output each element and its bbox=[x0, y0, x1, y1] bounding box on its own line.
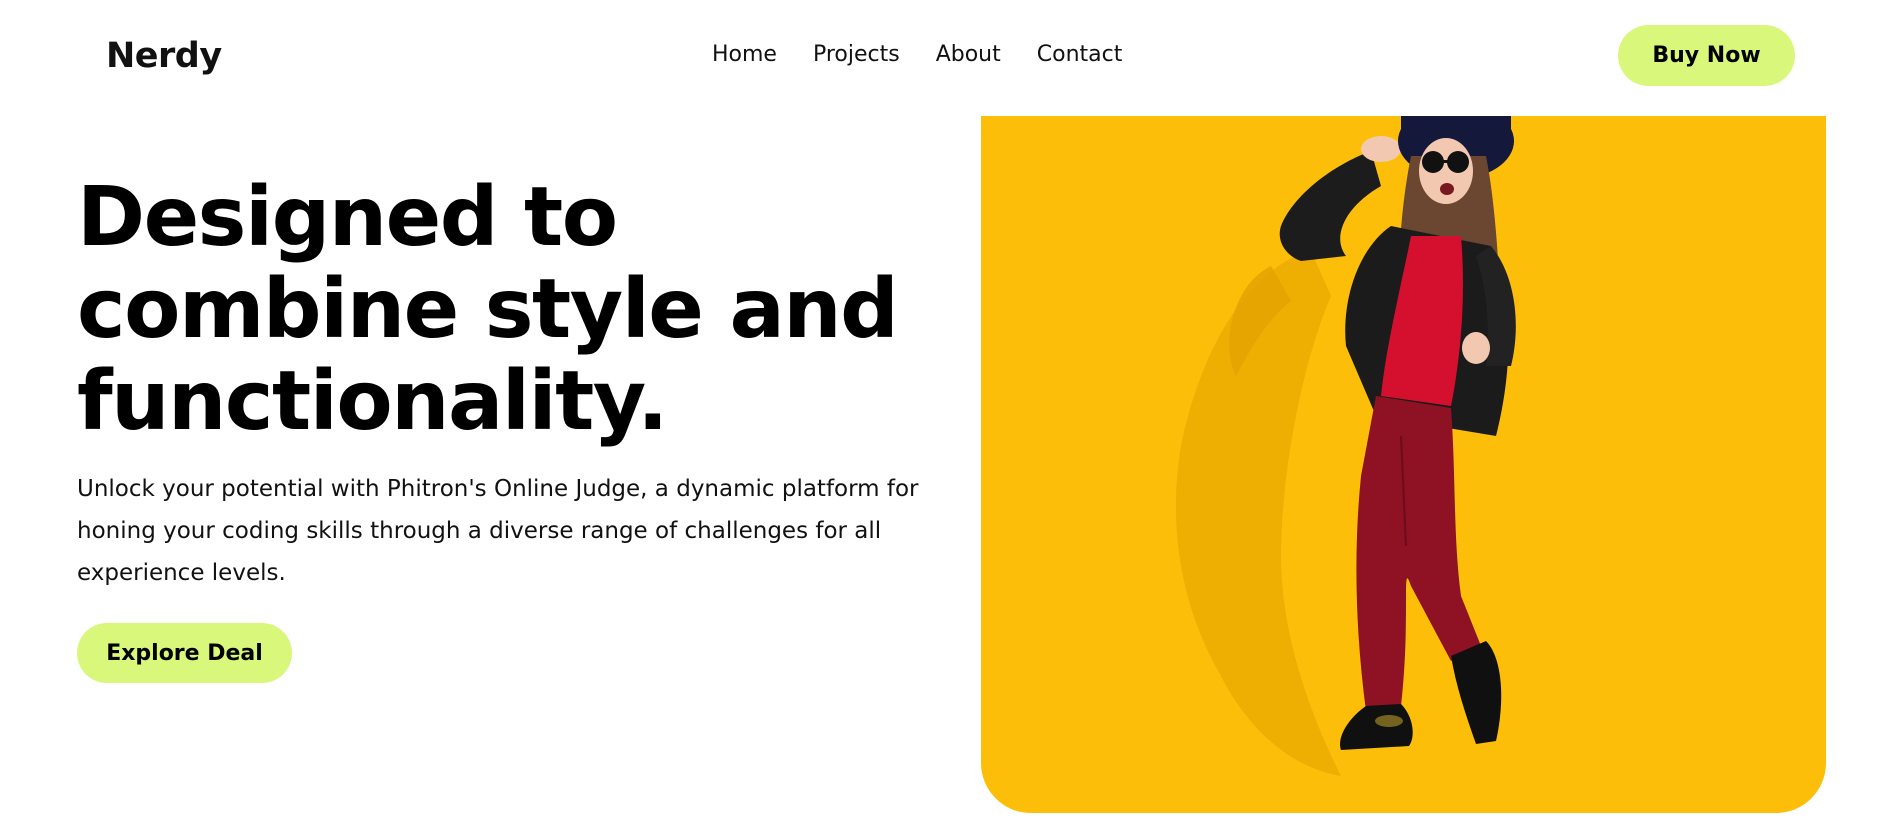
hero-title-line-3: functionality. bbox=[77, 354, 668, 449]
woman-photo-illustration bbox=[1175, 116, 1516, 776]
hero-image bbox=[981, 116, 1826, 813]
page: Nerdy Home Projects About Contact Buy No… bbox=[0, 0, 1885, 822]
main-nav: Home Projects About Contact bbox=[712, 42, 1122, 67]
nav-contact[interactable]: Contact bbox=[1037, 42, 1123, 67]
hero-description: Unlock your potential with Phitron's Onl… bbox=[77, 476, 919, 586]
nav-projects[interactable]: Projects bbox=[813, 42, 900, 67]
buy-now-button[interactable]: Buy Now bbox=[1618, 25, 1795, 86]
hero-title-line-2: combine style and bbox=[77, 262, 899, 357]
hero-title: Designed to combine style and functional… bbox=[77, 172, 957, 448]
site-header: Nerdy Home Projects About Contact Buy No… bbox=[0, 0, 1885, 115]
logo[interactable]: Nerdy bbox=[106, 36, 222, 76]
explore-deal-button[interactable]: Explore Deal bbox=[77, 623, 292, 683]
nav-about[interactable]: About bbox=[936, 42, 1001, 67]
hero-title-line-1: Designed to bbox=[77, 170, 618, 265]
nav-home[interactable]: Home bbox=[712, 42, 777, 67]
